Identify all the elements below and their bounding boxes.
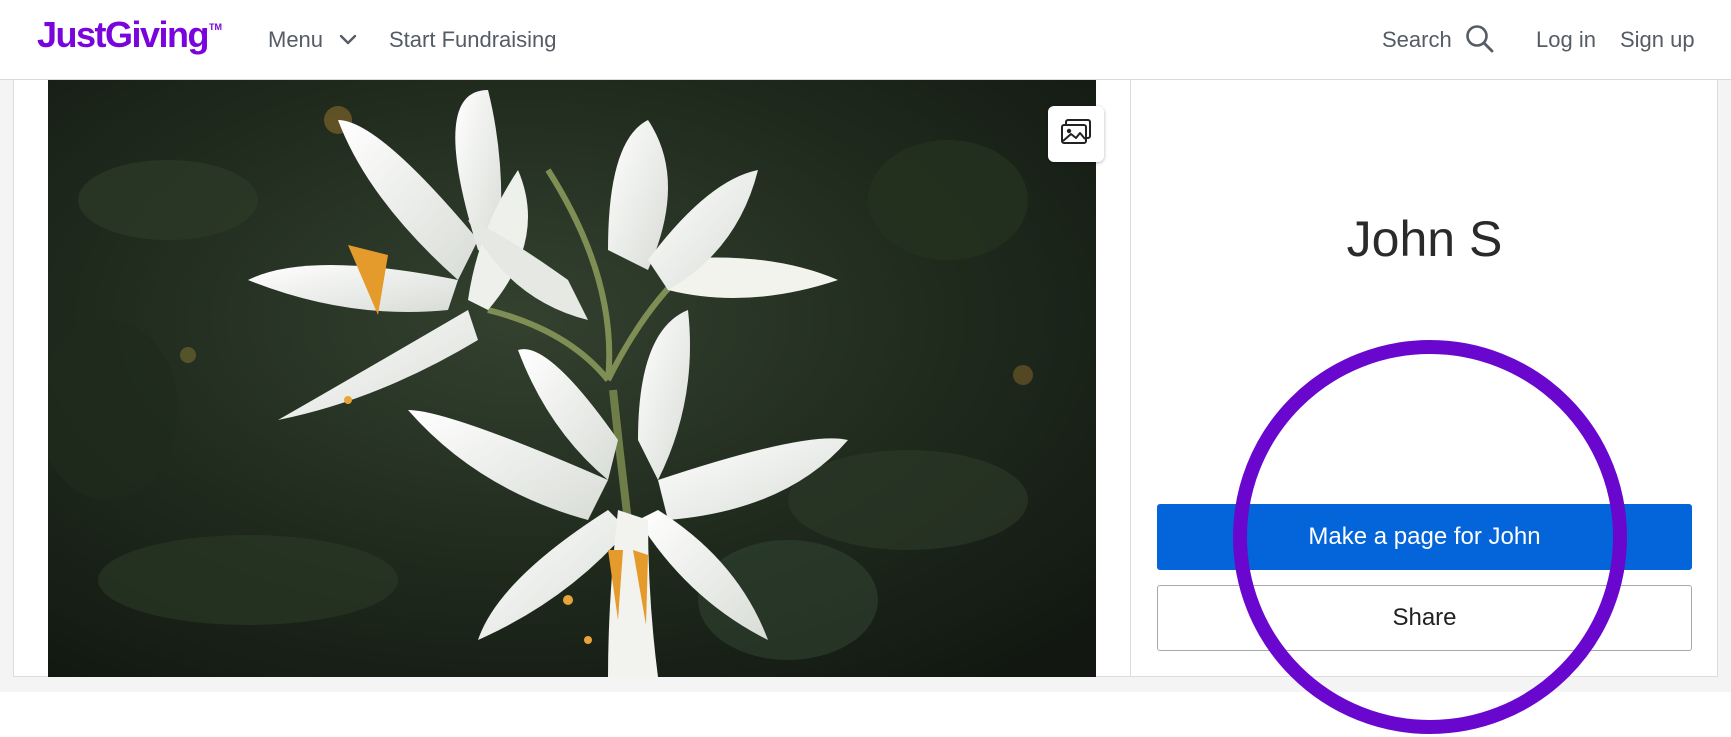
menu-button[interactable]: Menu [268,27,357,54]
share-button[interactable]: Share [1157,585,1692,651]
image-gallery-icon [1060,118,1092,151]
search-icon[interactable] [1465,24,1495,59]
hero-image [48,80,1096,677]
profile-name: John S [1346,211,1503,267]
menu-label: Menu [268,27,324,52]
signup-link[interactable]: Sign up [1620,27,1695,53]
make-page-button[interactable]: Make a page for John [1157,504,1692,570]
search-button[interactable]: Search [1382,27,1452,53]
image-gallery-button[interactable] [1048,106,1104,162]
start-fundraising-link[interactable]: Start Fundraising [389,27,557,53]
logo-trademark: TM [209,22,223,32]
chevron-down-icon [339,26,357,52]
site-header: JustGivingTM Menu Start Fundraising Sear… [0,0,1731,80]
justgiving-logo[interactable]: JustGivingTM [37,14,222,56]
login-link[interactable]: Log in [1536,27,1596,53]
panel-divider [1130,80,1131,677]
logo-text: JustGiving [37,14,210,55]
